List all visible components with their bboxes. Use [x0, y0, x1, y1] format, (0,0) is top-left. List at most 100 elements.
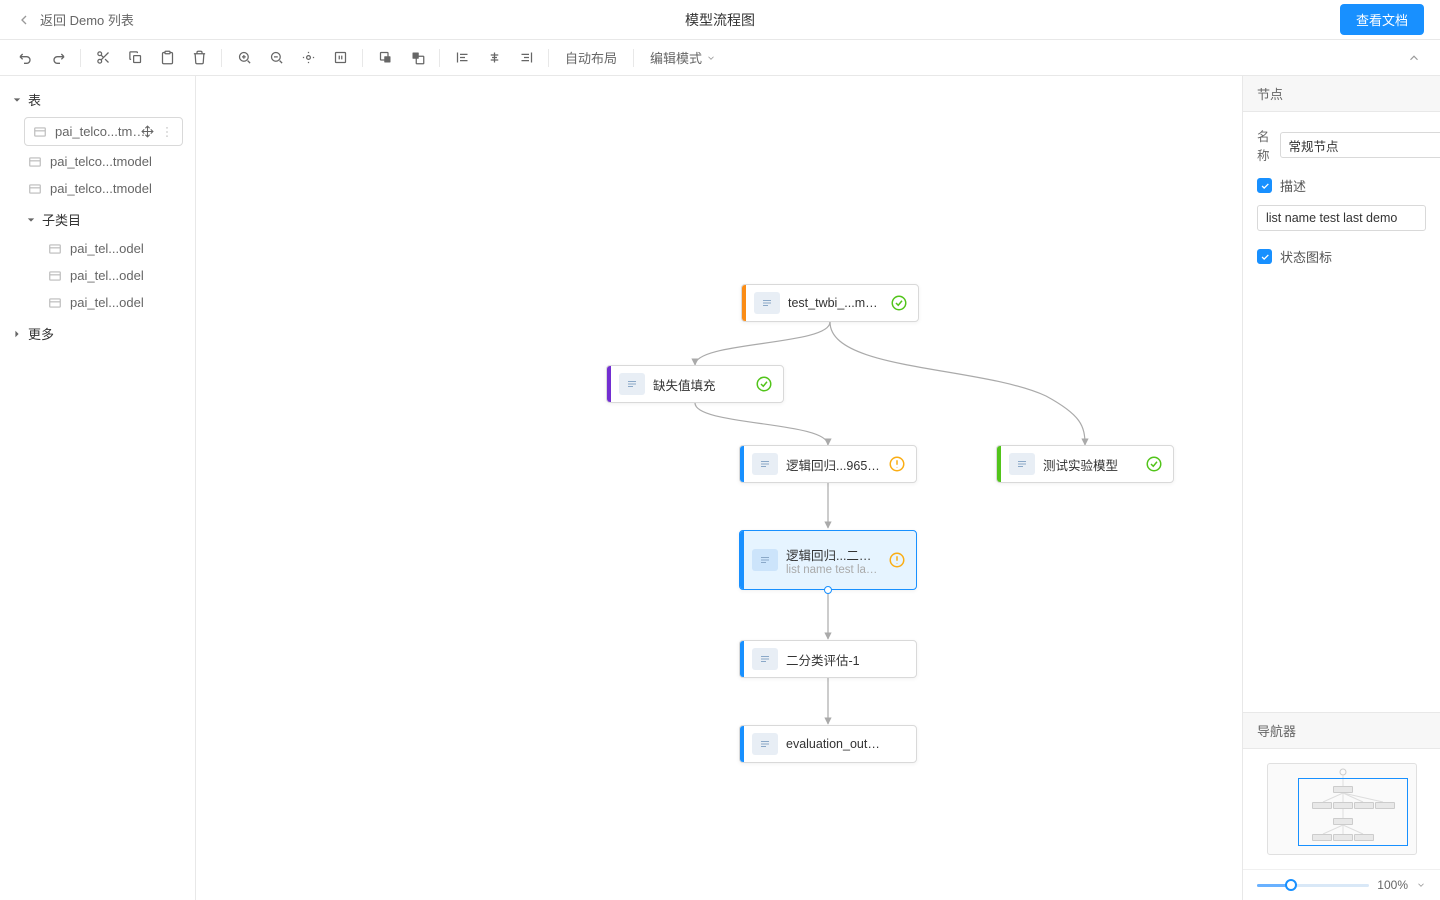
- align-center-icon: [487, 50, 502, 65]
- node-stripe: [740, 641, 744, 677]
- zoom-value: 100%: [1377, 878, 1408, 892]
- sidebar: 表 pai_telco...tmodel pai_telco...tmodel …: [0, 76, 196, 900]
- table-icon: [48, 269, 62, 283]
- copy-icon: [128, 50, 143, 65]
- minimap[interactable]: [1267, 763, 1417, 855]
- back-button[interactable]: 返回 Demo 列表: [16, 10, 134, 29]
- fit-button[interactable]: [294, 44, 322, 72]
- align-right-button[interactable]: [512, 44, 540, 72]
- tree-item[interactable]: pai_telco...tmodel: [0, 148, 195, 175]
- status-icon-label: 状态图标: [1280, 247, 1332, 266]
- tree-item[interactable]: pai_tel...odel: [0, 235, 195, 262]
- redo-icon: [50, 50, 66, 66]
- flow-node[interactable]: 逻辑回归...二次 644list name test lab...: [739, 530, 917, 590]
- edit-mode-dropdown[interactable]: 编辑模式: [642, 48, 724, 67]
- tree-item[interactable]: pai_telco...tmodel: [24, 117, 183, 146]
- align-right-icon: [519, 50, 534, 65]
- tree-group-label: 更多: [28, 324, 54, 343]
- check-icon: [1260, 252, 1270, 262]
- tree-item[interactable]: pai_tel...odel: [0, 289, 195, 316]
- collapse-panel-button[interactable]: [1400, 44, 1428, 72]
- bring-front-button[interactable]: [371, 44, 399, 72]
- tree-item[interactable]: pai_tel...odel: [0, 262, 195, 289]
- node-title: 二分类评估-1: [786, 650, 880, 669]
- trash-icon: [192, 50, 207, 65]
- align-left-button[interactable]: [448, 44, 476, 72]
- node-title: evaluation_out1-1: [786, 737, 880, 751]
- edge-layer: [196, 76, 1242, 900]
- node-stripe: [740, 726, 744, 762]
- auto-layout-button[interactable]: 自动布局: [557, 48, 625, 67]
- flow-node[interactable]: 逻辑回归...965opp9: [739, 445, 917, 483]
- node-stripe: [740, 446, 744, 482]
- undo-button[interactable]: [12, 44, 40, 72]
- flow-node[interactable]: 二分类评估-1: [739, 640, 917, 678]
- caret-down-icon: [26, 215, 36, 225]
- node-subtitle: list name test lab...: [786, 564, 880, 576]
- tree-group-tables: 表 pai_telco...tmodel pai_telco...tmodel …: [0, 84, 195, 202]
- send-back-icon: [410, 50, 425, 65]
- align-center-button[interactable]: [480, 44, 508, 72]
- flow-node[interactable]: test_twbi_...model: [741, 284, 919, 322]
- minimap-viewport[interactable]: [1298, 778, 1408, 846]
- tree-item-label: pai_telco...tmodel: [55, 124, 152, 139]
- desc-checkbox[interactable]: [1257, 178, 1272, 193]
- node-title: 逻辑回归...二次 644: [786, 545, 880, 564]
- view-doc-button[interactable]: 查看文档: [1340, 4, 1424, 35]
- flow-node[interactable]: 缺失值填充: [606, 365, 784, 403]
- node-type-icon: [752, 549, 778, 571]
- redo-button[interactable]: [44, 44, 72, 72]
- node-type-icon: [619, 373, 645, 395]
- tree-item-label: pai_tel...odel: [70, 268, 183, 283]
- delete-button[interactable]: [185, 44, 213, 72]
- node-port[interactable]: [824, 586, 832, 594]
- table-icon: [33, 125, 47, 139]
- tree-item[interactable]: pai_telco...tmodel: [0, 175, 195, 202]
- node-title: test_twbi_...model: [788, 296, 882, 310]
- cut-button[interactable]: [89, 44, 117, 72]
- paste-button[interactable]: [153, 44, 181, 72]
- table-icon: [28, 155, 42, 169]
- table-icon: [48, 296, 62, 310]
- tree-group-subcategory: 子类目 pai_tel...odel pai_tel...odel pai_te…: [0, 204, 195, 316]
- node-title: 测试实验模型: [1043, 455, 1137, 474]
- name-label: 名称: [1257, 126, 1270, 164]
- tree-header-more[interactable]: 更多: [0, 318, 195, 349]
- flow-canvas[interactable]: test_twbi_...model 缺失值填充 逻辑回归...965opp9 …: [196, 76, 1242, 900]
- node-stripe: [742, 285, 746, 321]
- copy-button[interactable]: [121, 44, 149, 72]
- cut-icon: [96, 50, 111, 65]
- actual-size-button[interactable]: [326, 44, 354, 72]
- flow-node[interactable]: evaluation_out1-1: [739, 725, 917, 763]
- zoom-slider[interactable]: [1257, 884, 1369, 887]
- page-title: 模型流程图: [685, 10, 755, 30]
- separator: [439, 49, 440, 67]
- more-icon[interactable]: [160, 125, 174, 139]
- zoom-bar: 100%: [1243, 869, 1440, 900]
- node-type-icon: [752, 648, 778, 670]
- node-stripe: [740, 531, 744, 589]
- tree-header-subcategory[interactable]: 子类目: [0, 204, 195, 235]
- name-input[interactable]: [1280, 132, 1440, 158]
- tree-group-label: 表: [28, 90, 41, 109]
- actual-size-icon: [333, 50, 348, 65]
- flow-node[interactable]: 测试实验模型: [996, 445, 1174, 483]
- table-icon: [28, 182, 42, 196]
- desc-label: 描述: [1280, 176, 1306, 195]
- chevron-down-icon[interactable]: [1416, 880, 1426, 890]
- node-type-icon: [1009, 453, 1035, 475]
- zoom-out-button[interactable]: [262, 44, 290, 72]
- app-header: 返回 Demo 列表 模型流程图 查看文档: [0, 0, 1440, 40]
- node-title: 逻辑回归...965opp9: [786, 455, 880, 474]
- zoom-in-button[interactable]: [230, 44, 258, 72]
- separator: [548, 49, 549, 67]
- paste-icon: [160, 50, 175, 65]
- node-type-icon: [752, 733, 778, 755]
- send-back-button[interactable]: [403, 44, 431, 72]
- zoom-thumb[interactable]: [1285, 879, 1297, 891]
- desc-input[interactable]: [1257, 205, 1426, 231]
- move-icon: [141, 125, 154, 138]
- tree-header-tables[interactable]: 表: [0, 84, 195, 115]
- panel-body: 名称 描述 状态图标: [1243, 112, 1440, 712]
- status-icon-checkbox[interactable]: [1257, 249, 1272, 264]
